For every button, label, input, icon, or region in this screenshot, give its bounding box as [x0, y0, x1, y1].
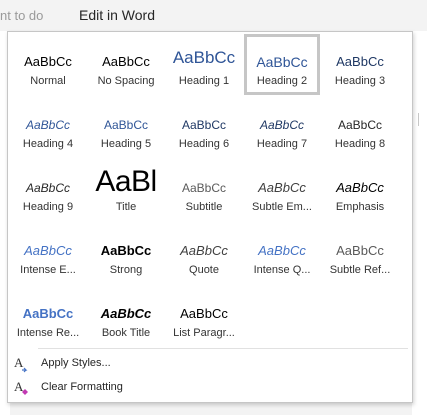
style-name: Book Title: [101, 327, 151, 339]
style-title[interactable]: AaBl Title: [88, 160, 164, 221]
style-preview: AaBbCc: [22, 306, 74, 321]
style-subtitle[interactable]: AaBbCc Subtitle: [166, 160, 242, 221]
style-preview: AaBbCc: [337, 118, 383, 132]
style-subtle-emphasis[interactable]: AaBbCc Subtle Em...: [244, 160, 320, 221]
style-name: List Paragr...: [173, 327, 235, 339]
style-preview: AaBbCc: [180, 243, 228, 258]
style-strong[interactable]: AaBbCc Strong: [88, 223, 164, 284]
clear-formatting-command[interactable]: A Clear Formatting: [9, 377, 409, 399]
top-toolbar: nt to do Edit in Word: [0, 0, 427, 30]
style-name: No Spacing: [97, 75, 155, 87]
style-heading-9[interactable]: AaBbCc Heading 9: [10, 160, 86, 221]
edit-in-word-button[interactable]: Edit in Word: [79, 7, 155, 23]
style-preview: AaBbCc: [336, 180, 384, 195]
style-name: Quote: [189, 264, 219, 276]
style-preview: AaBbCc: [180, 306, 228, 321]
tell-me-text[interactable]: nt to do: [0, 8, 43, 23]
style-name: Intense E...: [20, 264, 76, 276]
style-preview: AaBbCc: [258, 243, 306, 258]
style-list-paragraph[interactable]: AaBbCc List Paragr...: [166, 286, 242, 347]
svg-text:A: A: [14, 355, 24, 370]
style-heading-4[interactable]: AaBbCc Heading 4: [10, 97, 86, 158]
style-heading-2[interactable]: AaBbCc Heading 2: [244, 34, 320, 95]
style-preview: AaBbCc: [258, 180, 306, 195]
style-name: Heading 3: [334, 75, 386, 87]
style-name: Normal: [30, 75, 66, 87]
apply-styles-icon: A: [13, 355, 31, 373]
style-name: Intense Q...: [253, 264, 311, 276]
style-book-title[interactable]: AaBbCc Book Title: [88, 286, 164, 347]
style-name: Strong: [109, 264, 143, 276]
clear-formatting-label: Clear Formatting: [41, 381, 123, 393]
style-heading-8[interactable]: AaBbCc Heading 8: [322, 97, 398, 158]
style-heading-5[interactable]: AaBbCc Heading 5: [88, 97, 164, 158]
style-name: Heading 8: [334, 138, 386, 150]
style-name: Heading 1: [178, 75, 230, 87]
style-name: Heading 9: [22, 201, 74, 213]
style-name: Heading 2: [256, 75, 308, 87]
style-name: Subtle Em...: [252, 201, 312, 213]
style-preview: AaBbCc: [100, 306, 152, 321]
style-quote[interactable]: AaBbCc Quote: [166, 223, 242, 284]
style-name: Heading 7: [256, 138, 308, 150]
style-preview: AaBbCc: [181, 118, 227, 132]
style-preview: AaBbCc: [181, 181, 227, 195]
style-intense-quote[interactable]: AaBbCc Intense Q...: [244, 223, 320, 284]
style-preview: AaBbCc: [25, 181, 71, 195]
apply-styles-command[interactable]: A Apply Styles...: [9, 353, 409, 375]
style-preview: AaBbCc: [103, 118, 149, 132]
style-name: Heading 6: [178, 138, 230, 150]
menu-separator: [38, 348, 408, 349]
style-preview: AaBbCc: [256, 54, 308, 70]
ribbon-divider: [418, 113, 419, 126]
style-preview: AaBbCc: [24, 243, 72, 258]
document-area-right: [412, 31, 427, 415]
styles-grid: AaBbCc Normal AaBbCc No Spacing AaBbCc H…: [9, 33, 401, 348]
style-preview: AaBbCc: [172, 48, 236, 67]
style-name: Intense Re...: [16, 327, 80, 339]
style-preview: AaBbCc: [24, 54, 72, 69]
style-name: Title: [115, 201, 137, 213]
styles-gallery-dropdown: AaBbCc Normal AaBbCc No Spacing AaBbCc H…: [7, 31, 413, 403]
style-name: Subtitle: [185, 201, 223, 213]
clear-formatting-icon: A: [13, 379, 31, 397]
style-subtle-reference[interactable]: AaBbCc Subtle Ref...: [322, 223, 398, 284]
style-name: Emphasis: [335, 201, 385, 213]
style-name: Subtle Ref...: [329, 264, 391, 276]
style-preview: AaBbCc: [102, 54, 150, 69]
style-preview: AaBbCc: [100, 243, 152, 258]
style-preview: AaBbCc: [259, 118, 305, 132]
style-heading-7[interactable]: AaBbCc Heading 7: [244, 97, 320, 158]
style-emphasis[interactable]: AaBbCc Emphasis: [322, 160, 398, 221]
style-heading-3[interactable]: AaBbCc Heading 3: [322, 34, 398, 95]
style-no-spacing[interactable]: AaBbCc No Spacing: [88, 34, 164, 95]
style-intense-reference[interactable]: AaBbCc Intense Re...: [10, 286, 86, 347]
style-heading-1[interactable]: AaBbCc Heading 1: [166, 34, 242, 95]
style-name: Heading 5: [100, 138, 152, 150]
style-preview: AaBl: [95, 165, 157, 198]
style-preview: AaBbCc: [336, 243, 384, 258]
style-preview: AaBbCc: [25, 118, 71, 132]
style-name: Heading 4: [22, 138, 74, 150]
style-preview: AaBbCc: [336, 54, 384, 69]
style-intense-emphasis[interactable]: AaBbCc Intense E...: [10, 223, 86, 284]
style-heading-6[interactable]: AaBbCc Heading 6: [166, 97, 242, 158]
apply-styles-label: Apply Styles...: [41, 357, 111, 369]
style-normal[interactable]: AaBbCc Normal: [10, 34, 86, 95]
